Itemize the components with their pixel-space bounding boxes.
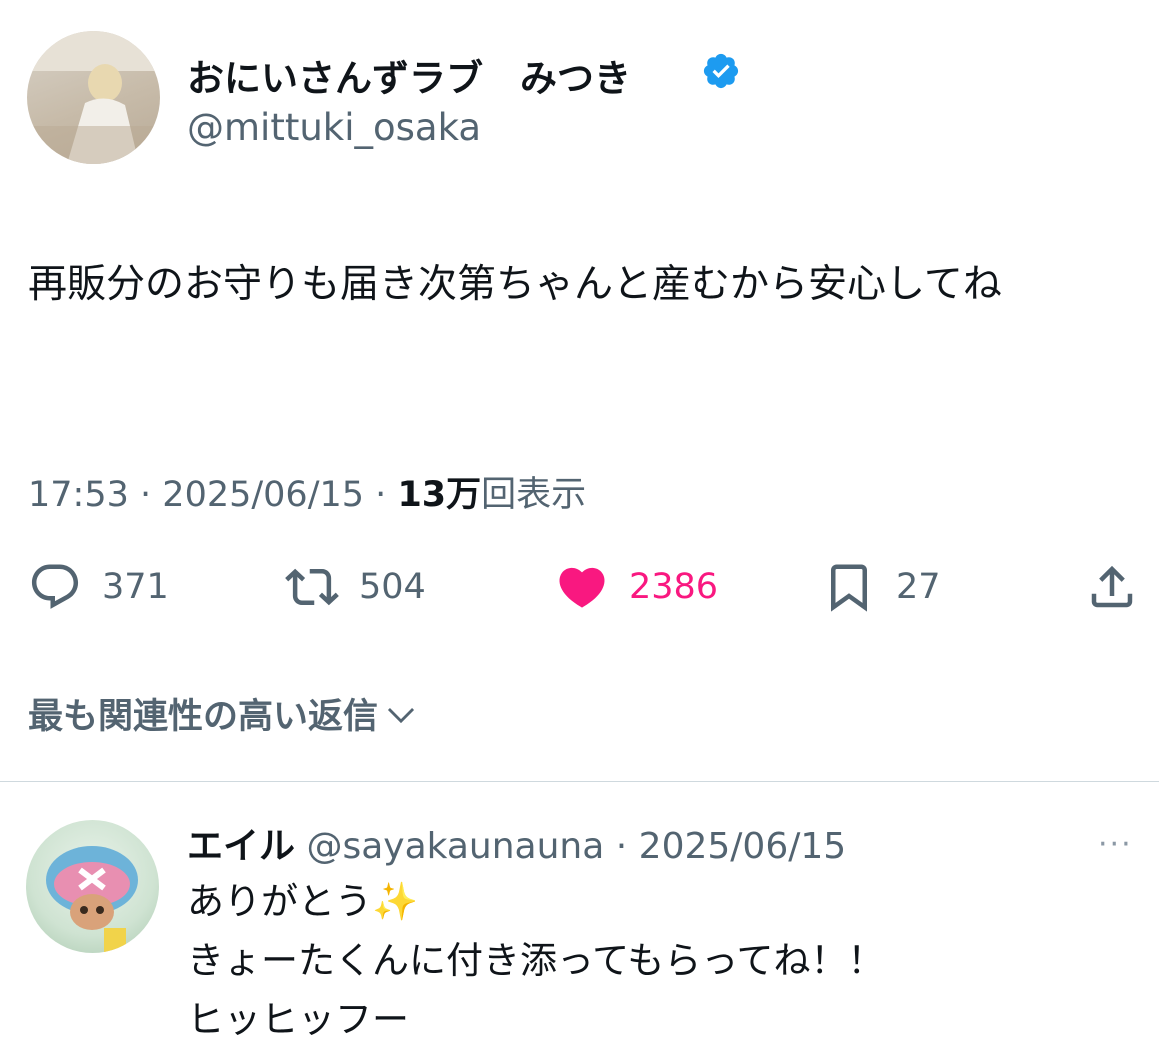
bookmark-icon [831,564,867,612]
reply-count: 371 [102,567,169,607]
reply-line: ヒッヒッフー [187,998,409,1041]
meta-separator: · [375,475,387,515]
chevron-down-icon [387,707,415,723]
more-options-button[interactable]: ··· [1098,827,1133,862]
retweet-button[interactable]: 504 [285,565,426,609]
retweet-icon [285,568,339,606]
reply-line: きょーたくんに付き添ってもらってね！！ [187,939,885,982]
meta-separator: · [140,475,152,515]
bookmark-button[interactable]: 27 [822,564,941,612]
tweet-date[interactable]: 2025/06/15 [162,475,364,515]
reply-icon [31,564,79,609]
reply-sort-dropdown[interactable]: 最も関連性の高い返信 [28,688,418,739]
views-count[interactable]: 13万 [397,475,481,515]
bookmark-count: 27 [896,567,941,607]
tweet-text: 再販分のお守りも届き次第ちゃんと産むから安心してね [28,262,1002,307]
reply-line: ありがとう✨ [187,880,419,923]
reply-author-avatar[interactable] [26,820,159,953]
author-handle[interactable]: @mittuki_osaka [187,106,481,149]
reply-button[interactable]: 371 [28,564,169,609]
reply-separator: · [615,826,628,867]
reply-sort-label: 最も関連性の高い返信 [28,697,379,737]
tweet-meta: 17:53 · 2025/06/15 · 13万回表示 [28,466,586,517]
share-icon [1091,565,1133,608]
like-button[interactable]: 2386 [555,565,718,609]
tweet-time[interactable]: 17:53 [28,475,129,515]
reply-author-handle[interactable]: @sayakaunauna [306,826,604,867]
reply-text: ありがとう✨ きょーたくんに付き添ってもらってね！！ ヒッヒッフー [187,872,884,1049]
verified-badge-icon [703,53,739,89]
reply-author-name[interactable]: エイル [187,826,295,867]
retweet-count: 504 [359,567,426,607]
heart-icon [559,567,605,608]
reply-date[interactable]: 2025/06/15 [639,826,847,867]
reply-header: エイル @sayakaunauna · 2025/06/15 [187,817,846,869]
divider [0,781,1159,782]
like-count: 2386 [629,567,719,607]
author-display-name[interactable]: おにいさんずラブ みつき [187,48,631,102]
author-avatar[interactable] [27,31,160,164]
views-label[interactable]: 回表示 [481,475,586,515]
share-button[interactable] [1085,565,1139,609]
